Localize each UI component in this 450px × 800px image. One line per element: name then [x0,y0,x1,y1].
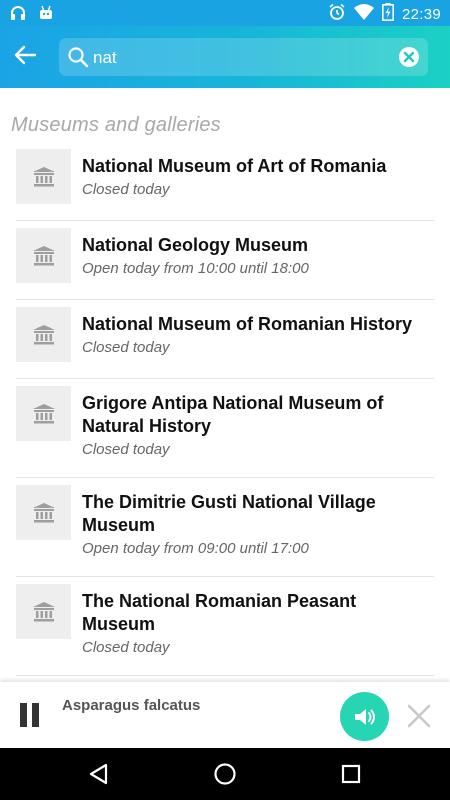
results-content[interactable]: Museums and galleries National Museum of… [0,88,450,682]
museum-name: The Dimitrie Gusti National Village Muse… [82,492,376,535]
museum-name: National Museum of Art of Romania [82,156,387,176]
battery-charging-icon [381,3,394,25]
back-button[interactable] [10,40,40,74]
system-nav-bar [0,748,450,800]
pause-icon [20,703,27,727]
nav-home-button[interactable] [212,761,238,787]
search-input[interactable] [91,44,385,72]
back-triangle-icon [89,763,108,785]
museum-name: The National Romanian Peasant Museum [82,591,357,634]
museum-name: National Museum of Romanian History [82,314,413,334]
volume-icon [354,708,375,725]
arrow-back-icon [14,45,37,70]
museum-thumbnail [16,386,71,441]
museum-hours: Closed today [82,181,170,198]
museum-thumbnail [16,485,71,540]
section-title: Museums and galleries [11,114,221,136]
alarm-icon [328,3,346,25]
list-item[interactable]: National Museum of Art of Romania Closed… [16,142,434,221]
list-item[interactable]: The Dimitrie Gusti National Village Muse… [16,478,434,577]
list-item[interactable]: The National Romanian Peasant Museum Clo… [16,577,434,676]
search-icon [67,46,89,73]
audio-player: Asparagus falcatus [0,682,450,748]
nav-recents-button[interactable] [338,761,364,787]
list-item[interactable]: National Geology Museum Open today from … [16,221,434,300]
recents-square-icon [341,764,361,784]
museum-thumbnail [16,149,71,204]
museum-icon [32,324,55,344]
museum-thumbnail [16,584,71,639]
status-time: 22:39 [401,5,441,23]
museum-icon [32,403,55,423]
close-icon [407,704,431,728]
museum-thumbnail [16,307,71,362]
museum-icon [32,601,55,621]
museum-hours: Closed today [82,441,170,458]
search-box [59,38,428,76]
museum-name: National Geology Museum [82,235,309,255]
status-bar: 22:39 [0,0,450,26]
nav-back-button[interactable] [86,761,112,787]
android-icon [38,5,54,26]
clear-search-button[interactable] [398,46,420,68]
museum-icon [32,502,55,522]
museum-name: Grigore Antipa National Museum of Natura… [82,393,384,436]
museum-icon [32,166,55,186]
museum-thumbnail [16,228,71,283]
clear-circle-icon [399,47,419,67]
museum-hours: Closed today [82,639,170,656]
pause-button[interactable] [20,703,42,729]
close-player-button[interactable] [406,703,432,729]
app-bar [0,26,450,88]
museum-icon [32,245,55,265]
results-list: National Museum of Art of Romania Closed… [16,142,434,682]
volume-button[interactable] [340,692,389,741]
museum-hours: Open today from 10:00 until 18:00 [82,260,309,277]
track-title: Asparagus falcatus [62,697,201,714]
museum-hours: Open today from 09:00 until 17:00 [82,540,309,557]
list-item[interactable]: National Museum of Romanian History Clos… [16,300,434,379]
wifi-icon [353,4,374,24]
list-item[interactable]: Grigore Antipa National Museum of Natura… [16,379,434,478]
headphones-icon [10,5,26,26]
museum-hours: Closed today [82,339,170,356]
home-circle-icon [214,763,236,785]
